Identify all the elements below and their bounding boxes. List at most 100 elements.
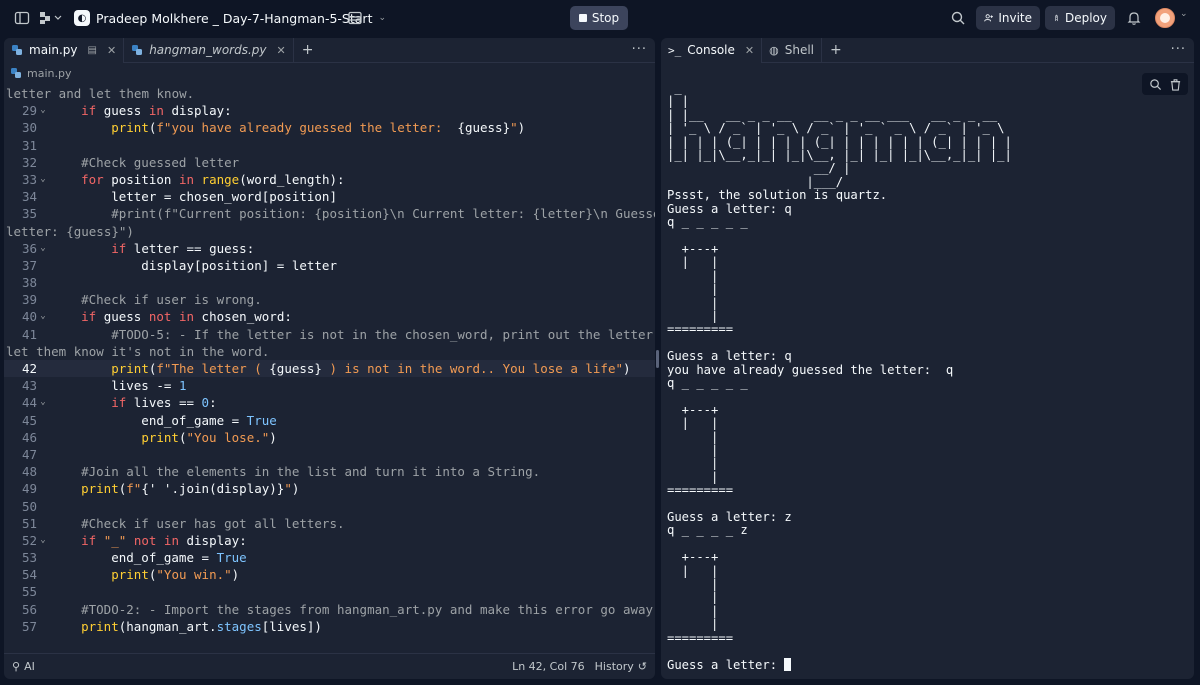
- stop-label: Stop: [591, 11, 620, 25]
- ai-icon: ⚲: [12, 660, 21, 673]
- trash-icon[interactable]: [1166, 75, 1184, 93]
- tab-shell[interactable]: ◍ Shell: [762, 38, 822, 63]
- code-line[interactable]: 33 ⌄ for position in range(word_length):: [4, 171, 655, 188]
- panel-resize-handle[interactable]: [656, 350, 659, 368]
- workspace-menu-icon[interactable]: [38, 8, 64, 28]
- code-text: #Check if user has got all letters.: [51, 515, 345, 531]
- code-line[interactable]: 43 lives -= 1: [4, 377, 655, 394]
- tab-main-py[interactable]: main.py ▤ ✕: [4, 38, 125, 63]
- search-icon[interactable]: [948, 8, 968, 28]
- code-line[interactable]: 47: [4, 446, 655, 463]
- code-line[interactable]: 41 #TODO-5: - If the letter is not in th…: [4, 326, 655, 343]
- split-view-icon[interactable]: ▤: [88, 45, 97, 56]
- console-output[interactable]: _ | | | |__ __ _ _ __ __ _ _ __ ___ __ _…: [667, 81, 1012, 673]
- new-tab-button[interactable]: +: [294, 42, 322, 58]
- code-line[interactable]: 38: [4, 274, 655, 291]
- close-icon[interactable]: ✕: [277, 44, 286, 57]
- code-text: lives -= 1: [51, 378, 187, 394]
- code-text: display[position] = letter: [51, 257, 337, 273]
- fold-gutter: [37, 291, 49, 308]
- line-number: 46: [21, 429, 37, 445]
- more-options-icon[interactable]: ···: [1171, 42, 1186, 57]
- tab-label: hangman_words.py: [149, 43, 267, 57]
- code-line[interactable]: 34 letter = chosen_word[position]: [4, 188, 655, 205]
- code-line[interactable]: 46 print("You lose."): [4, 429, 655, 446]
- shell-icon: ◍: [769, 43, 779, 57]
- editor-tabs: main.py ▤ ✕ hangman_words.py ✕ + ···: [4, 38, 655, 63]
- fold-chevron-icon[interactable]: ⌄: [37, 171, 49, 188]
- tab-hangman-words-py[interactable]: hangman_words.py ✕: [124, 38, 294, 63]
- line-number: 41: [21, 326, 37, 342]
- invite-button[interactable]: Invite: [976, 6, 1040, 30]
- deploy-button[interactable]: Deploy: [1045, 6, 1115, 30]
- close-icon[interactable]: ✕: [107, 44, 116, 57]
- code-line[interactable]: 42 print(f"The letter ( {guess} ) is not…: [4, 360, 655, 378]
- more-options-icon[interactable]: ···: [632, 42, 647, 57]
- line-number: 40: [21, 309, 37, 325]
- history-button[interactable]: History ↺: [595, 660, 647, 673]
- code-line[interactable]: 29 ⌄ if guess in display:: [4, 102, 655, 119]
- code-line[interactable]: 55: [4, 583, 655, 600]
- layout-icon[interactable]: [345, 8, 365, 28]
- code-line[interactable]: 32 #Check guessed letter: [4, 154, 655, 171]
- stop-icon: [578, 14, 587, 22]
- code-line[interactable]: 56 #TODO-2: - Import the stages from han…: [4, 601, 655, 618]
- console-text: _ | | | |__ __ _ _ __ __ _ _ __ ___ __ _…: [667, 81, 1012, 673]
- breadcrumb-file[interactable]: main.py: [27, 67, 71, 80]
- code-editor[interactable]: letter and let them know. 29 ⌄ if guess in…: [4, 85, 655, 645]
- line-number: 43: [21, 378, 37, 394]
- code-line[interactable]: 50: [4, 498, 655, 515]
- line-number: 37: [21, 257, 37, 273]
- code-line[interactable]: 57 print(hangman_art.stages[lives]): [4, 618, 655, 635]
- code-line[interactable]: 54 print("You win."): [4, 566, 655, 583]
- new-tab-button[interactable]: +: [822, 42, 850, 58]
- line-number: 29: [21, 103, 37, 119]
- code-text: #Join all the elements in the list and t…: [51, 464, 541, 480]
- code-text: #Check guessed letter: [51, 154, 240, 170]
- tab-console[interactable]: >_ Console ✕: [661, 38, 763, 63]
- code-line[interactable]: 31: [4, 137, 655, 154]
- ai-button[interactable]: ⚲ AI: [12, 660, 35, 673]
- add-user-icon: [984, 14, 993, 22]
- code-line[interactable]: 49 print(f"{' '.join(display)}"): [4, 480, 655, 497]
- search-icon[interactable]: [1146, 75, 1164, 93]
- fold-gutter: [37, 360, 49, 377]
- fold-chevron-icon[interactable]: ⌄: [37, 532, 49, 549]
- fold-chevron-icon[interactable]: ⌄: [37, 308, 49, 325]
- code-line[interactable]: 39 #Check if user is wrong.: [4, 291, 655, 308]
- tab-label: Console: [687, 43, 735, 57]
- code-line[interactable]: letter and let them know.: [4, 85, 655, 102]
- line-number: 49: [21, 481, 37, 497]
- code-line[interactable]: 44 ⌄ if lives == 0:: [4, 394, 655, 411]
- code-line[interactable]: 30 print(f"you have already guessed the …: [4, 119, 655, 136]
- code-line[interactable]: 35 #print(f"Current position: {position}…: [4, 205, 655, 222]
- cursor-position[interactable]: Ln 42, Col 76: [512, 660, 585, 673]
- code-line[interactable]: 40 ⌄ if guess not in chosen_word:: [4, 308, 655, 325]
- line-number: 50: [21, 498, 37, 514]
- code-line[interactable]: 36 ⌄ if letter == guess:: [4, 240, 655, 257]
- code-line[interactable]: 53 end_of_game = True: [4, 549, 655, 566]
- bell-icon[interactable]: [1124, 8, 1144, 28]
- code-line[interactable]: 45 end_of_game = True: [4, 412, 655, 429]
- line-number: 54: [21, 567, 37, 583]
- line-number: 33: [21, 171, 37, 187]
- fold-chevron-icon[interactable]: ⌄: [37, 240, 49, 257]
- fold-chevron-icon[interactable]: ⌄: [37, 394, 49, 411]
- project-title[interactable]: ◐ Pradeep Molkhere _ Day-7-Hangman-5-Sta…: [74, 10, 386, 26]
- code-line[interactable]: letter: {guess}"): [4, 223, 655, 240]
- avatar-chevron-icon[interactable]: ⌄: [1180, 9, 1188, 19]
- code-line[interactable]: 52 ⌄ if "_" not in display:: [4, 532, 655, 549]
- avatar[interactable]: [1155, 8, 1175, 28]
- fold-chevron-icon[interactable]: ⌄: [37, 102, 49, 119]
- history-icon: ↺: [637, 660, 647, 673]
- code-line[interactable]: 48 #Join all the elements in the list an…: [4, 463, 655, 480]
- code-line[interactable]: 37 display[position] = letter: [4, 257, 655, 274]
- code-line[interactable]: 51 #Check if user has got all letters.: [4, 515, 655, 532]
- sidebar-toggle-icon[interactable]: [12, 8, 32, 28]
- close-icon[interactable]: ✕: [745, 44, 754, 57]
- stop-button[interactable]: Stop: [570, 6, 628, 30]
- code-line[interactable]: let them know it's not in the word.: [4, 343, 655, 360]
- fold-gutter: [37, 618, 49, 635]
- line-number: 44: [21, 395, 37, 411]
